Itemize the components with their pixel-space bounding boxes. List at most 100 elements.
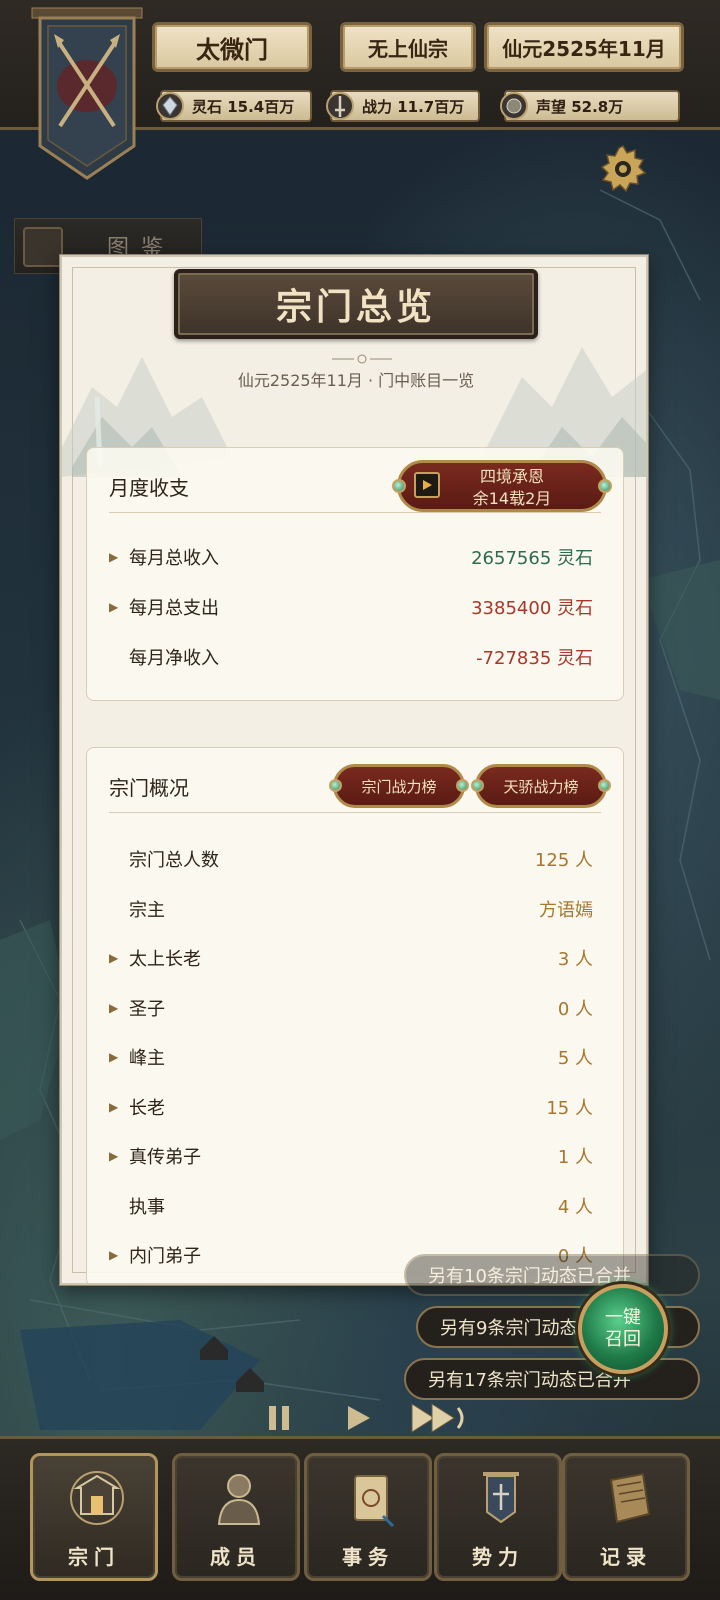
resource-spirit-stone-text: 灵石 15.4百万 bbox=[192, 97, 295, 116]
row-label: 圣子 bbox=[129, 999, 165, 1020]
expand-arrow-icon: ▶ bbox=[109, 550, 119, 564]
play-icon[interactable] bbox=[342, 1396, 376, 1440]
monthly-finance-card: 月度收支 四境承恩 余14载2月 ▶ 每月总收入 2657565 灵石 ▶ 每月… bbox=[86, 447, 624, 701]
book-icon bbox=[609, 1472, 651, 1524]
jade-gem-icon bbox=[598, 479, 612, 493]
row-label: 每月总收入 bbox=[129, 548, 219, 569]
jade-gem-icon bbox=[456, 779, 469, 792]
resource-reputation[interactable]: 声望 52.8万 bbox=[500, 90, 680, 122]
nav-affairs[interactable]: 事务 bbox=[304, 1453, 432, 1581]
monthly-finance-title: 月度收支 bbox=[109, 476, 189, 500]
prodigy-power-ranking-button[interactable]: 天骄战力榜 bbox=[471, 764, 611, 808]
resource-spirit-stone[interactable]: 灵石 15.4百万 bbox=[156, 90, 312, 122]
settings-gear-icon[interactable] bbox=[598, 144, 648, 194]
expand-arrow-icon: ▶ bbox=[109, 1001, 119, 1015]
sect-name: 太微门 bbox=[196, 35, 268, 64]
codex-book-icon bbox=[23, 227, 63, 267]
bottom-navigation: 宗门 成员 事务 势力 记录 bbox=[0, 1436, 720, 1600]
fast-forward-icon[interactable] bbox=[410, 1396, 470, 1440]
sect-gate-icon bbox=[70, 1471, 124, 1525]
row-label: 真传弟子 bbox=[129, 1147, 201, 1168]
sect-power-ranking-label: 宗门战力榜 bbox=[361, 777, 437, 796]
sect-rank: 无上仙宗 bbox=[368, 36, 448, 61]
recall-line1: 一键 bbox=[605, 1307, 641, 1328]
title-ornament bbox=[332, 354, 392, 364]
row-value: 15 人 bbox=[546, 1098, 593, 1119]
expand-arrow-icon: ▶ bbox=[109, 1248, 119, 1262]
pause-icon[interactable] bbox=[262, 1396, 296, 1440]
total-members-row: 宗门总人数 125 人 bbox=[109, 844, 593, 874]
sect-overview-card: 宗门概况 宗门战力榜 天骄战力榜 宗门总人数 125 人 宗主 方语嫣 ▶ 太上… bbox=[86, 747, 624, 1283]
notice-text: 另有10条宗门动态已合并 bbox=[428, 1266, 631, 1287]
row-value: -727835 灵石 bbox=[476, 648, 593, 669]
expand-arrow-icon: ▶ bbox=[109, 951, 119, 965]
nav-factions[interactable]: 势力 bbox=[434, 1453, 562, 1581]
sword-icon bbox=[324, 90, 356, 122]
row-value: 1 人 bbox=[557, 1147, 593, 1168]
play-video-icon bbox=[414, 472, 440, 498]
expense-row[interactable]: ▶ 每月总支出 3385400 灵石 bbox=[109, 592, 593, 622]
panel-subtitle: 仙元2525年11月 · 门中账目一览 bbox=[237, 371, 475, 390]
grand-elder-row[interactable]: ▶ 太上长老 3 人 bbox=[109, 943, 593, 973]
row-label: 长老 bbox=[129, 1098, 165, 1119]
spirit-stone-icon bbox=[154, 90, 186, 122]
sect-power-ranking-button[interactable]: 宗门战力榜 bbox=[329, 764, 469, 808]
net-income-row: 每月净收入 -727835 灵石 bbox=[109, 642, 593, 672]
sect-banner-emblem[interactable] bbox=[28, 6, 146, 186]
jade-gem-icon bbox=[392, 479, 406, 493]
row-label: 宗主 bbox=[129, 900, 165, 921]
row-value: 3385400 灵石 bbox=[471, 598, 593, 619]
sect-name-plaque[interactable]: 太微门 bbox=[152, 22, 312, 72]
expand-arrow-icon: ▶ bbox=[109, 1050, 119, 1064]
recall-line2: 召回 bbox=[605, 1329, 641, 1350]
row-label: 每月总支出 bbox=[129, 598, 219, 619]
nav-label: 势力 bbox=[472, 1545, 524, 1569]
expand-arrow-icon: ▶ bbox=[109, 600, 119, 614]
sect-rank-plaque: 无上仙宗 bbox=[340, 22, 476, 72]
jade-gem-icon bbox=[598, 779, 611, 792]
sect-overview-panel: 宗门总览 仙元2525年11月 · 门中账目一览 月度收支 四境承恩 余14载2… bbox=[60, 255, 648, 1285]
resource-power[interactable]: 战力 11.7百万 bbox=[326, 90, 480, 122]
row-label: 执事 bbox=[129, 1197, 165, 1218]
jade-gem-icon bbox=[471, 779, 484, 792]
row-value: 2657565 灵石 bbox=[471, 548, 593, 569]
holy-son-row[interactable]: ▶ 圣子 0 人 bbox=[109, 993, 593, 1023]
banner-flag-icon bbox=[483, 1472, 519, 1524]
true-disciple-row[interactable]: ▶ 真传弟子 1 人 bbox=[109, 1141, 593, 1171]
row-value: 0 人 bbox=[557, 999, 593, 1020]
scroll-icon bbox=[354, 1475, 395, 1528]
panel-title: 宗门总览 bbox=[275, 287, 436, 328]
row-label: 宗门总人数 bbox=[129, 850, 219, 871]
sect-master-row: 宗主 方语嫣 bbox=[109, 894, 593, 924]
nav-label: 事务 bbox=[342, 1545, 394, 1569]
row-value: 3 人 bbox=[557, 949, 593, 970]
member-icon bbox=[217, 1474, 261, 1525]
row-value: 5 人 bbox=[557, 1048, 593, 1069]
expand-arrow-icon: ▶ bbox=[109, 1149, 119, 1163]
nav-label: 成员 bbox=[210, 1545, 262, 1569]
elder-row[interactable]: ▶ 长老 15 人 bbox=[109, 1092, 593, 1122]
row-value: 方语嫣 bbox=[539, 900, 593, 921]
merged-notice[interactable]: 另有10条宗门动态已合并 bbox=[404, 1254, 700, 1296]
prodigy-power-ranking-label: 天骄战力榜 bbox=[503, 777, 579, 796]
nav-sect[interactable]: 宗门 bbox=[30, 1453, 158, 1581]
deacon-row: 执事 4 人 bbox=[109, 1191, 593, 1221]
blessing-badge-button[interactable]: 四境承恩 余14载2月 bbox=[392, 460, 612, 512]
one-click-recall-button[interactable]: 一键 召回 bbox=[578, 1284, 668, 1374]
peak-master-row[interactable]: ▶ 峰主 5 人 bbox=[109, 1042, 593, 1072]
panel-title-plaque: 宗门总览 bbox=[174, 269, 538, 339]
merged-notice[interactable]: 另有17条宗门动态已合并 bbox=[404, 1358, 700, 1400]
nav-records[interactable]: 记录 bbox=[562, 1453, 690, 1581]
card-divider bbox=[109, 512, 601, 513]
row-label: 峰主 bbox=[129, 1048, 165, 1069]
resource-reputation-text: 声望 52.8万 bbox=[536, 97, 624, 116]
nav-label: 宗门 bbox=[68, 1545, 120, 1569]
row-label: 太上长老 bbox=[129, 949, 201, 970]
row-label: 每月净收入 bbox=[129, 648, 219, 669]
nav-members[interactable]: 成员 bbox=[172, 1453, 300, 1581]
game-date: 仙元2525年11月 bbox=[502, 36, 666, 61]
reputation-icon bbox=[498, 90, 530, 122]
resource-power-text: 战力 11.7百万 bbox=[362, 97, 465, 116]
card-divider bbox=[109, 812, 601, 813]
income-row[interactable]: ▶ 每月总收入 2657565 灵石 bbox=[109, 542, 593, 572]
